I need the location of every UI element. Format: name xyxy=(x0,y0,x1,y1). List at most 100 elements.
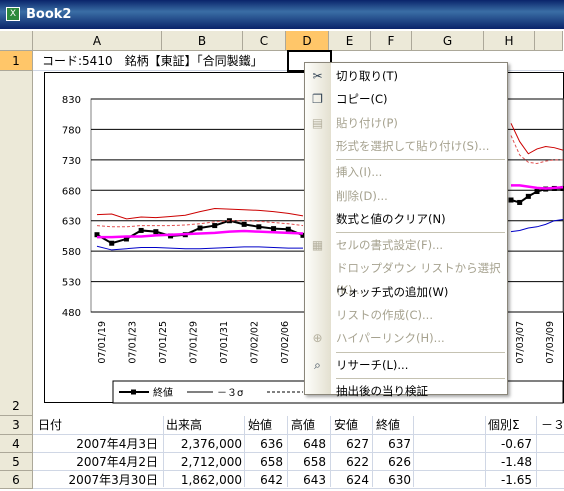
research-icon: ⌕ xyxy=(310,358,325,373)
legend-label-3sigma: －３σ xyxy=(217,388,244,399)
column-header-g[interactable]: G xyxy=(412,31,484,51)
cell-a4[interactable]: 2007年4月3日 xyxy=(34,435,158,455)
y-tick-label: 780 xyxy=(62,125,81,136)
menu-item-label: セルの書式設定(F)... xyxy=(336,234,443,256)
cell-f4[interactable]: 637 xyxy=(373,435,411,455)
cell-d5[interactable]: 658 xyxy=(288,453,326,473)
row-header-5[interactable]: 5 xyxy=(0,453,33,471)
cell-c5[interactable]: 658 xyxy=(245,453,283,473)
menu-item-0[interactable]: ✂ 切り取り(T) xyxy=(305,65,507,88)
cell-c4[interactable]: 636 xyxy=(245,435,283,455)
cell-f3[interactable]: 終値 xyxy=(376,416,414,436)
cell-d3[interactable]: 高値 xyxy=(291,416,329,436)
data-point xyxy=(256,224,261,229)
y-tick-label: 830 xyxy=(62,95,81,106)
column-header-h[interactable]: H xyxy=(484,31,535,51)
row-header-1[interactable]: 1 xyxy=(0,51,33,71)
column-header-d[interactable]: D xyxy=(286,31,329,51)
data-point xyxy=(535,189,540,194)
cell-e4[interactable]: 627 xyxy=(331,435,369,455)
paste-icon: ▤ xyxy=(310,116,325,131)
cell-h4[interactable]: -0.67 xyxy=(486,435,532,455)
row-header-6[interactable]: 6 xyxy=(0,471,33,489)
cell-a3[interactable]: 日付 xyxy=(38,416,158,436)
x-tick-label: 07/01/25 xyxy=(158,321,169,364)
hyperlink-icon: ⊕ xyxy=(310,331,325,346)
window-titlebar: X Book2 xyxy=(0,0,564,29)
cell-e3[interactable]: 安値 xyxy=(334,416,372,436)
column-header-next[interactable] xyxy=(535,31,563,51)
cell-h3[interactable]: 個別Σ xyxy=(488,416,536,436)
row-header-3[interactable]: 3 xyxy=(0,416,33,435)
cell-b4[interactable]: 2,376,000 xyxy=(164,435,242,455)
menu-separator xyxy=(336,352,505,353)
cell-h5[interactable]: -1.48 xyxy=(486,453,532,473)
cell-f6[interactable]: 630 xyxy=(373,471,411,491)
cell-h6[interactable]: -1.65 xyxy=(486,471,532,491)
cell-a5[interactable]: 2007年4月2日 xyxy=(34,453,158,473)
cell-i3[interactable]: －３ xyxy=(541,416,564,436)
cell-a6[interactable]: 2007年3月30日 xyxy=(34,471,158,491)
select-all-corner[interactable] xyxy=(0,31,33,51)
menu-item-label: 数式と値のクリア(N) xyxy=(336,208,446,230)
menu-item-17[interactable]: 抽出後の当り検証 xyxy=(305,380,507,403)
data-point xyxy=(242,222,247,227)
format-cells-icon: ▦ xyxy=(310,238,325,253)
menu-item-2[interactable]: ▤貼り付け(P) xyxy=(305,112,507,135)
menu-item-label: 抽出後の当り検証 xyxy=(336,380,428,402)
y-tick-label: 680 xyxy=(62,186,81,197)
menu-item-9[interactable]: ▦ セルの書式設定(F)... xyxy=(305,234,507,257)
data-point xyxy=(517,200,522,205)
menu-item-3[interactable]: 形式を選択して貼り付け(S)... xyxy=(305,135,507,158)
menu-separator xyxy=(336,378,505,379)
cell-d6[interactable]: 643 xyxy=(288,471,326,491)
column-header-b[interactable]: B xyxy=(162,31,243,51)
menu-separator xyxy=(336,159,505,160)
menu-item-1[interactable]: ❐コピー(C) xyxy=(305,88,507,111)
legend-marker xyxy=(131,390,136,395)
data-point xyxy=(153,229,158,234)
context-menu: ✂ 切り取り(T)❐コピー(C)▤貼り付け(P)形式を選択して貼り付け(S)...… xyxy=(304,62,508,395)
menu-item-10[interactable]: ドロップダウン リストから選択(K)... xyxy=(305,257,507,280)
cell-c3[interactable]: 始値 xyxy=(248,416,286,436)
cell-b3[interactable]: 出来高 xyxy=(166,416,241,436)
y-tick-label: 630 xyxy=(62,217,81,228)
cell-b6[interactable]: 1,862,000 xyxy=(164,471,242,491)
menu-item-label: コピー(C) xyxy=(336,88,388,110)
menu-item-label: リサーチ(L)... xyxy=(336,354,408,376)
menu-item-label: 切り取り(T) xyxy=(336,65,398,87)
x-tick-label: 07/01/19 xyxy=(97,321,108,364)
row-header-4[interactable]: 4 xyxy=(0,435,33,453)
row-header-2[interactable]: 2 xyxy=(0,71,33,416)
menu-item-12[interactable]: リストの作成(C)... xyxy=(305,304,507,327)
column-header-f[interactable]: F xyxy=(371,31,412,51)
column-header-c[interactable]: C xyxy=(243,31,286,51)
cell-d4[interactable]: 648 xyxy=(288,435,326,455)
cell-e5[interactable]: 622 xyxy=(331,453,369,473)
cell-b5[interactable]: 2,712,000 xyxy=(164,453,242,473)
menu-item-6[interactable]: 削除(D)... xyxy=(305,185,507,208)
data-point xyxy=(271,226,276,231)
data-point xyxy=(139,228,144,233)
x-tick-label: 07/01/29 xyxy=(189,321,200,364)
x-tick-label: 07/02/06 xyxy=(280,321,291,364)
window-title: Book2 xyxy=(26,7,71,22)
cut-icon: ✂ xyxy=(310,69,325,84)
menu-item-11[interactable]: ウォッチ式の追加(W) xyxy=(305,281,507,304)
legend-label-close: 終値 xyxy=(153,386,173,399)
menu-item-15[interactable]: ⌕ リサーチ(L)... xyxy=(305,354,507,377)
menu-item-7[interactable]: 数式と値のクリア(N) xyxy=(305,208,507,231)
cell-e6[interactable]: 624 xyxy=(331,471,369,491)
x-tick-label: 07/01/31 xyxy=(219,321,230,364)
data-point xyxy=(212,223,217,228)
column-header-e[interactable]: E xyxy=(329,31,371,51)
x-tick-label: 07/01/23 xyxy=(128,321,139,364)
data-point xyxy=(198,226,203,231)
menu-item-label: 削除(D)... xyxy=(336,185,388,207)
cell-f5[interactable]: 626 xyxy=(373,453,411,473)
menu-item-13[interactable]: ⊕ハイパーリンク(H)... xyxy=(305,327,507,350)
menu-item-5[interactable]: 挿入(I)... xyxy=(305,161,507,184)
cell-a1[interactable]: コード:5410 銘柄【東証】「合同製鐵」 xyxy=(42,52,292,72)
column-header-a[interactable]: A xyxy=(33,31,162,51)
cell-c6[interactable]: 642 xyxy=(245,471,283,491)
